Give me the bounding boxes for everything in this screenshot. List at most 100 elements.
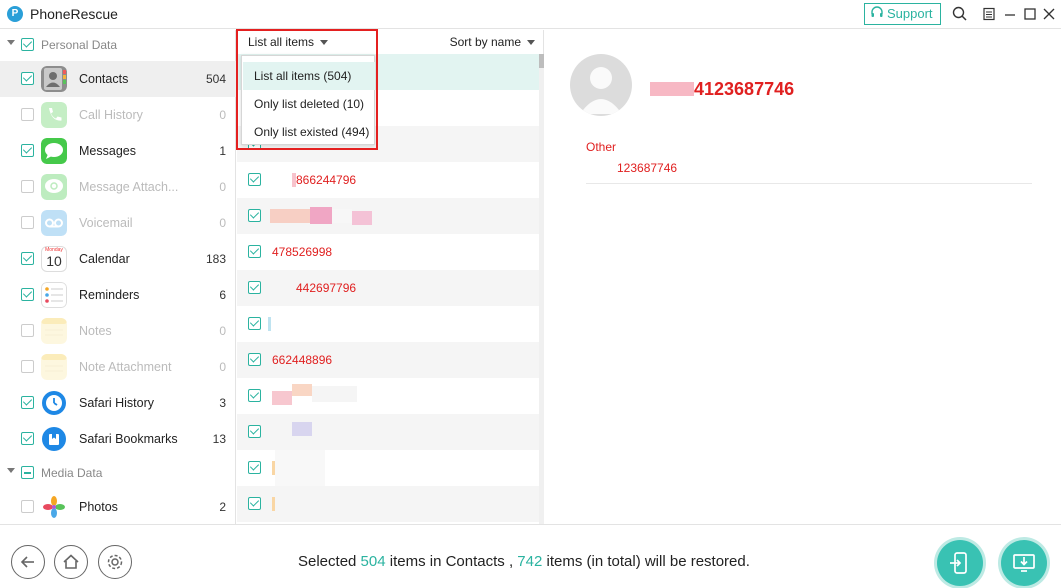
chevron-down-icon[interactable] [7,468,15,473]
row-checkbox[interactable] [248,209,261,222]
item-checkbox[interactable] [21,144,34,157]
sidebar-item-photos[interactable]: Photos 2 [0,489,236,525]
group-checkbox[interactable] [21,38,34,51]
support-button[interactable]: Support [864,3,941,25]
row-checkbox[interactable] [248,461,261,474]
row-checkbox[interactable] [248,425,261,438]
recover-to-device-button[interactable] [937,540,983,586]
item-checkbox[interactable] [21,432,34,445]
scrollbar-thumb[interactable] [539,54,544,68]
sort-dropdown-button[interactable]: Sort by name [450,35,535,49]
item-checkbox[interactable] [21,72,34,85]
filter-dropdown-menu: List all items (504) Only list deleted (… [241,55,375,145]
avatar [570,54,632,116]
item-checkbox[interactable] [21,396,34,409]
item-checkbox[interactable] [21,360,34,373]
home-button[interactable] [54,545,88,579]
filter-dropdown-button[interactable]: List all items [248,35,329,49]
sidebar-item-notes[interactable]: Notes 0 [0,313,236,349]
filter-option-all[interactable]: List all items (504) [243,62,375,90]
item-checkbox[interactable] [21,324,34,337]
maximize-icon[interactable] [1021,5,1039,23]
row-checkbox[interactable] [248,173,261,186]
item-label: Call History [79,108,143,122]
list-item[interactable] [237,450,539,486]
restore-status-text: Selected 504 items in Contacts , 742 ite… [298,553,750,570]
sidebar-item-contacts[interactable]: Contacts 504 [0,61,236,97]
row-checkbox[interactable] [248,281,261,294]
item-label: Photos [79,500,118,514]
redacted-block [268,317,271,331]
contact-number: 662448896 [272,353,333,367]
filter-option-existed[interactable]: Only list existed (494) [243,118,375,146]
redacted-block [332,209,352,223]
group-checkbox[interactable] [21,466,34,479]
item-label: Messages [79,144,136,158]
sidebar-item-messages[interactable]: Messages 1 [0,133,236,169]
list-item[interactable]: 662448896 [237,342,539,378]
item-label: Contacts [79,72,129,86]
list-item[interactable]: 478526998 [237,234,539,270]
field-divider [586,183,1032,184]
person-icon [580,67,622,114]
list-item[interactable] [237,486,539,522]
sidebar-item-call-history[interactable]: Call History 0 [0,97,236,133]
search-icon[interactable] [951,5,969,23]
row-checkbox[interactable] [248,245,261,258]
item-checkbox[interactable] [21,180,34,193]
item-checkbox[interactable] [21,288,34,301]
contacts-icon [41,66,67,92]
sort-label: Sort by name [449,35,521,49]
row-checkbox[interactable] [248,317,261,330]
group-media-data[interactable]: Media Data [0,458,236,488]
close-icon[interactable] [1040,5,1058,23]
item-checkbox[interactable] [21,108,34,121]
sidebar-item-safari-bookmarks[interactable]: Safari Bookmarks 13 [0,421,236,457]
voicemail-icon [41,210,67,236]
row-checkbox[interactable] [248,389,261,402]
item-checkbox[interactable] [21,252,34,265]
item-checkbox[interactable] [21,500,34,513]
menu-icon[interactable] [980,5,998,23]
minimize-icon[interactable] [1001,5,1019,23]
redacted-block [272,391,292,405]
sidebar-item-message-attachments[interactable]: Message Attach... 0 [0,169,236,205]
redacted-block [650,82,694,96]
list-scrollbar[interactable] [539,54,544,524]
recover-to-computer-button[interactable] [1001,540,1047,586]
group-label: Personal Data [41,38,118,52]
item-count: 13 [212,432,226,446]
chevron-down-icon[interactable] [7,40,15,45]
settings-button[interactable] [98,545,132,579]
sidebar-item-reminders[interactable]: Reminders 6 [0,277,236,313]
list-item[interactable]: 442697796 [237,270,539,306]
sidebar-item-voicemail[interactable]: Voicemail 0 [0,205,236,241]
item-count: 0 [219,180,226,194]
group-personal-data[interactable]: Personal Data [0,30,236,60]
status-suffix: items (in total) will be restored. [542,553,750,570]
item-label: Message Attach... [79,180,179,194]
contact-detail-panel: 4123687746 Other 123687746 [545,30,1061,524]
back-button[interactable] [11,545,45,579]
contact-number: 478526998 [272,245,333,259]
list-item[interactable] [237,414,539,450]
list-item[interactable] [237,198,539,234]
item-count: 0 [219,216,226,230]
row-checkbox[interactable] [248,353,261,366]
list-item[interactable] [237,306,539,342]
sidebar-item-note-attachment[interactable]: Note Attachment 0 [0,349,236,385]
redacted-block [270,209,310,223]
list-item[interactable]: 866244796 [237,162,539,198]
sidebar-item-safari-history[interactable]: Safari History 3 [0,385,236,421]
sidebar-item-calendar[interactable]: Monday 10 Calendar 183 [0,241,236,277]
app-logo-icon: P [7,6,23,22]
recover-to-device-icon [950,552,967,574]
item-checkbox[interactable] [21,216,34,229]
safari-bookmarks-icon [42,427,66,451]
filter-option-deleted[interactable]: Only list deleted (10) [243,90,375,118]
list-item[interactable] [237,378,539,414]
row-checkbox[interactable] [248,497,261,510]
redacted-block [292,422,312,436]
redacted-block [292,384,312,396]
message-attachment-icon [41,174,67,200]
